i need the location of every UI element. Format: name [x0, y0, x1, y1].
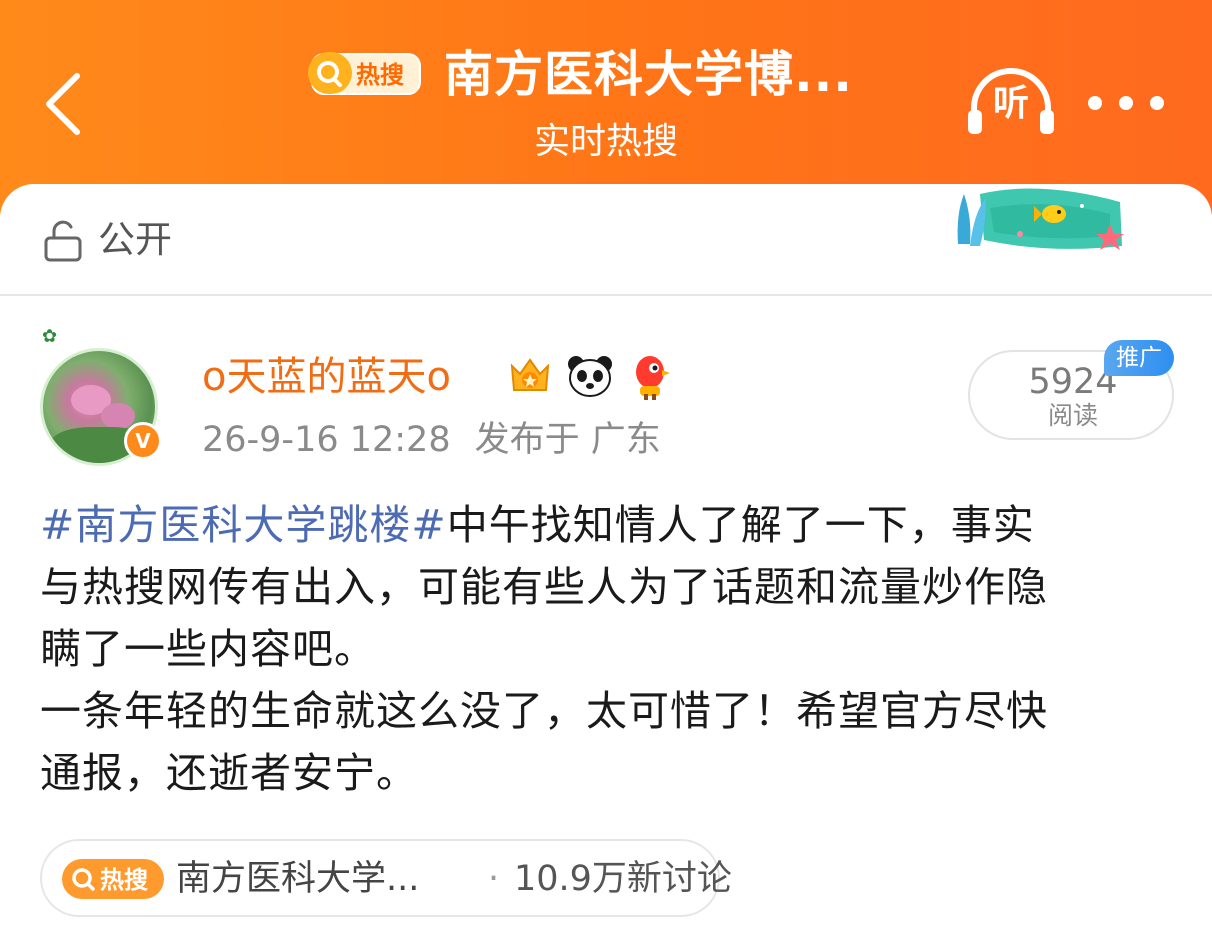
more-dot-icon — [1150, 96, 1164, 110]
hot-topic-link[interactable]: 热搜 南方医科大学... · 10.9万新讨论 — [40, 839, 732, 917]
separator-dot: · — [488, 859, 500, 899]
panda-icon[interactable] — [564, 350, 616, 402]
post-card: 公开 ✿ V o天蓝的蓝天o 26-9-16 12:28 发布于 广东 5924… — [0, 184, 1212, 938]
post-meta: 26-9-16 12:28 发布于 广东 — [202, 416, 661, 464]
visibility-row: 公开 — [0, 184, 1212, 296]
post-location: 发布于 广东 — [474, 420, 661, 460]
verified-icon: V — [124, 422, 162, 460]
more-dot-icon — [1088, 96, 1102, 110]
hashtag-link[interactable]: #南方医科大学跳楼# — [40, 501, 447, 549]
post-text-line: #南方医科大学跳楼#中午找知情人了解了一下，事实 — [40, 494, 1180, 556]
page-title: 南方医科大学博... — [444, 46, 853, 103]
hot-search-badge: 热搜 — [62, 859, 164, 899]
more-dot-icon — [1119, 96, 1133, 110]
hot-badge-label: 热搜 — [356, 61, 404, 89]
discussion-count: 10.9万新讨论 — [514, 859, 732, 899]
more-options-button[interactable] — [1088, 88, 1164, 118]
hot-search-badge: 热搜 — [308, 52, 421, 95]
promoted-tag: 推广 — [1104, 340, 1174, 376]
post-text-segment: 中午找知情人了解了一下，事实 — [446, 501, 1035, 549]
hot-row-badge-label: 热搜 — [100, 866, 148, 894]
avatar-frame-icon: ✿ — [42, 326, 58, 347]
red-bird-icon[interactable] — [624, 350, 676, 402]
top-bar: 热搜 南方医科大学博... 实时热搜 听 — [0, 0, 1212, 215]
post-text-line: 与热搜网传有出入，可能有些人为了话题和流量炒作隐 — [40, 563, 1048, 611]
post-text-line: 一条年轻的生命就这么没了，太可惜了！希望官方尽快 — [40, 687, 1048, 735]
listen-label: 听 — [992, 83, 1029, 124]
user-badges — [504, 350, 676, 402]
listen-button[interactable]: 听 — [966, 68, 1056, 138]
read-label: 阅读 — [1047, 401, 1098, 430]
post-timestamp: 26-9-16 12:28 — [202, 420, 451, 460]
unlock-icon — [44, 220, 82, 262]
hot-topic-title: 南方医科大学... — [176, 859, 420, 899]
visibility-label: 公开 — [98, 218, 172, 261]
crown-medal-icon[interactable] — [504, 350, 556, 402]
avatar[interactable]: ✿ V — [34, 326, 168, 466]
post-text-line: 通报，还逝者安宁。 — [40, 749, 418, 797]
post-text-line: 瞒了一些内容吧。 — [40, 625, 376, 673]
ocean-decoration-icon — [957, 188, 1124, 250]
avatar-flower — [101, 403, 135, 429]
post-text: #南方医科大学跳楼#中午找知情人了解了一下，事实 与热搜网传有出入，可能有些人为… — [40, 494, 1180, 804]
username[interactable]: o天蓝的蓝天o — [202, 350, 451, 404]
